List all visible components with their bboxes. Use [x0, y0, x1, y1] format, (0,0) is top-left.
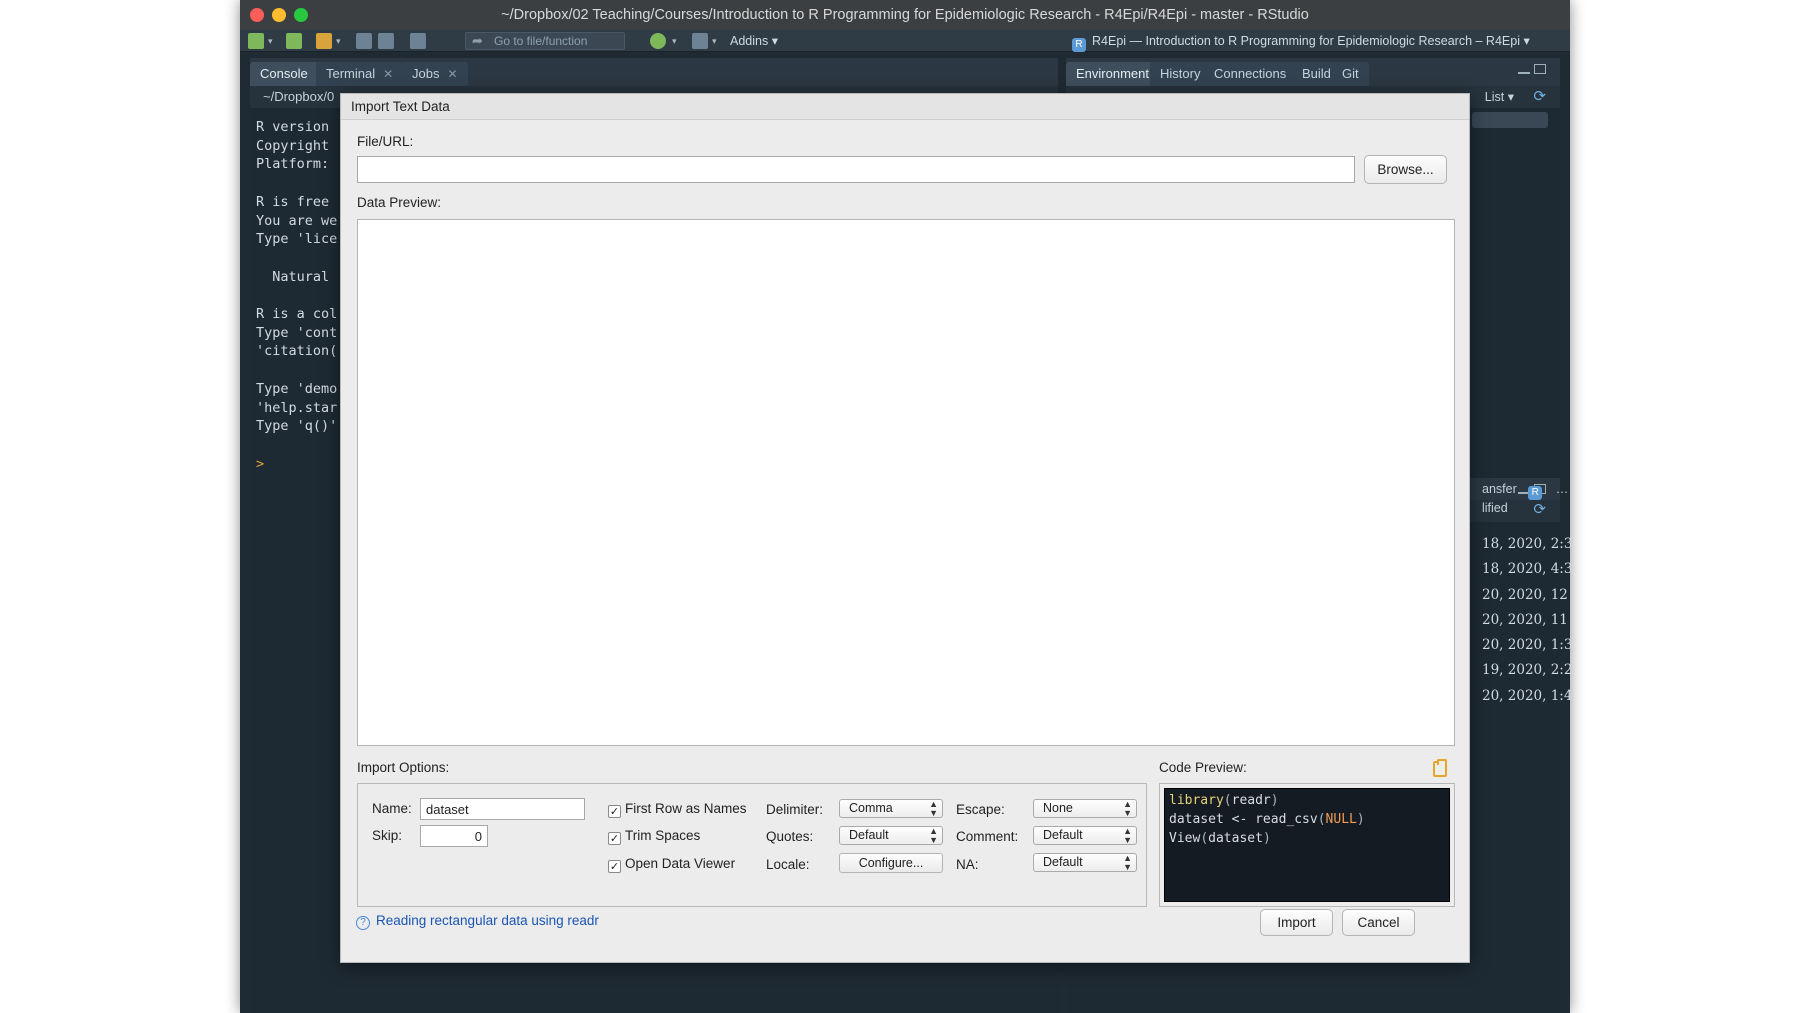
na-select[interactable]: Default ▲ ▼	[1033, 853, 1137, 872]
minimize-pane-icon[interactable]	[1518, 70, 1530, 74]
locale-label: Locale:	[766, 857, 810, 872]
list-view-dropdown[interactable]: List ▾	[1485, 89, 1514, 104]
skip-label: Skip:	[372, 828, 403, 843]
chevron-down-icon[interactable]: ▾	[712, 33, 717, 49]
delimiter-label: Delimiter:	[766, 802, 824, 817]
escape-label: Escape:	[956, 802, 1005, 817]
comment-select[interactable]: Default ▲ ▼	[1033, 826, 1137, 845]
open-data-viewer-checkbox[interactable]: ✓ Open Data Viewer	[608, 856, 735, 874]
maximize-pane-icon[interactable]	[1534, 64, 1546, 74]
console-prompt: >	[256, 455, 265, 472]
escape-select[interactable]: None ▲ ▼	[1033, 799, 1137, 818]
modified-column-header[interactable]: lified	[1482, 501, 1508, 515]
data-preview-label: Data Preview:	[357, 195, 442, 210]
open-file-icon[interactable]	[316, 33, 332, 49]
new-project-icon[interactable]	[286, 33, 302, 49]
chevron-down-icon[interactable]: ▾	[336, 33, 341, 49]
file-url-input[interactable]	[357, 156, 1355, 183]
save-all-icon[interactable]	[378, 33, 394, 49]
select-arrows-icon: ▲ ▼	[1123, 799, 1132, 818]
title-bar: ~/Dropbox/02 Teaching/Courses/Introducti…	[240, 0, 1570, 30]
configure-locale-button[interactable]: Configure...	[839, 853, 943, 873]
console-text: R version Copyright Platform: R is free …	[256, 119, 338, 435]
select-arrows-icon: ▲ ▼	[929, 826, 938, 845]
close-icon[interactable]: ✕	[383, 67, 393, 81]
environment-tabs: Environment History Connections Build Gi…	[1066, 58, 1560, 86]
tab-terminal[interactable]: Terminal ✕	[316, 62, 404, 86]
tab-connections[interactable]: Connections	[1204, 62, 1297, 86]
skip-input[interactable]	[420, 825, 488, 847]
r-project-icon: R	[1072, 38, 1086, 52]
main-toolbar: ▾ ▾ ➦ Go to file/function ▾ ▾ Addins ▾ R…	[240, 30, 1570, 52]
help-icon: ?	[356, 916, 370, 930]
code-preview-label: Code Preview:	[1159, 760, 1247, 775]
delimiter-select[interactable]: Comma ▲ ▼	[839, 799, 943, 818]
vcs-icon[interactable]	[650, 33, 666, 49]
check-icon: ✓	[608, 832, 621, 845]
check-icon: ✓	[608, 805, 621, 818]
dataset-name-input[interactable]	[420, 798, 585, 820]
file-modified-dates: 18, 2020, 2:3 18, 2020, 4:3 20, 2020, 12…	[1482, 536, 1573, 704]
minimize-window-button[interactable]	[272, 8, 286, 22]
file-url-label: File/URL:	[357, 134, 414, 149]
grid-layout-icon[interactable]	[692, 33, 708, 49]
maximize-window-button[interactable]	[294, 8, 308, 22]
dialog-title: Import Text Data	[341, 94, 1469, 120]
console-output[interactable]: R version Copyright Platform: R is free …	[256, 118, 337, 473]
browse-button[interactable]: Browse...	[1364, 155, 1447, 184]
close-icon[interactable]: ✕	[447, 67, 457, 81]
code-preview[interactable]: library(readr) dataset <- read_csv(NULL)…	[1164, 788, 1450, 902]
tab-jobs[interactable]: Jobs ✕	[402, 62, 468, 86]
na-label: NA:	[956, 857, 979, 872]
code-preview-panel: library(readr) dataset <- read_csv(NULL)…	[1159, 783, 1455, 907]
clipboard-icon[interactable]	[1433, 759, 1447, 777]
save-icon[interactable]	[356, 33, 372, 49]
name-label: Name:	[372, 801, 412, 816]
files-transfer[interactable]: ansfer R …	[1482, 482, 1568, 500]
chevron-down-icon[interactable]: ▾	[672, 33, 677, 49]
r-icon: R	[1528, 486, 1543, 500]
comment-label: Comment:	[956, 829, 1019, 844]
import-text-data-dialog: Import Text Data File/URL: Browse... Dat…	[340, 93, 1470, 963]
arrow-icon: ➦	[472, 33, 483, 48]
refresh-icon[interactable]: ⟳	[1533, 500, 1546, 518]
first-row-as-names-checkbox[interactable]: ✓ First Row as Names	[608, 801, 747, 819]
tab-history[interactable]: History	[1150, 62, 1211, 86]
select-arrows-icon: ▲ ▼	[1123, 853, 1132, 872]
tab-console[interactable]: Console	[250, 62, 318, 86]
refresh-icon[interactable]: ⟳	[1533, 87, 1546, 105]
cancel-button[interactable]: Cancel	[1342, 909, 1415, 936]
tab-environment[interactable]: Environment	[1066, 62, 1159, 86]
import-options-label: Import Options:	[357, 760, 450, 775]
print-icon[interactable]	[410, 33, 426, 49]
tab-git[interactable]: Git	[1332, 62, 1369, 86]
environment-search-input[interactable]	[1472, 112, 1548, 128]
select-arrows-icon: ▲ ▼	[929, 799, 938, 818]
more-icon[interactable]: …	[1556, 482, 1569, 496]
quotes-label: Quotes:	[766, 829, 814, 844]
new-file-icon[interactable]	[248, 33, 264, 49]
select-arrows-icon: ▲ ▼	[1123, 826, 1132, 845]
import-button[interactable]: Import	[1260, 909, 1333, 936]
import-options-panel: Name: Skip: ✓First Row as Names ✓Trim Sp…	[357, 783, 1147, 907]
data-preview-area[interactable]	[357, 219, 1455, 746]
readr-help-link[interactable]: ? Reading rectangular data using readr	[356, 913, 599, 930]
addins-menu[interactable]: Addins ▾	[730, 33, 778, 49]
console-tabs: Console Terminal ✕ Jobs ✕	[250, 58, 1058, 86]
window-title: ~/Dropbox/02 Teaching/Courses/Introducti…	[501, 7, 1309, 23]
project-menu[interactable]: R R4Epi — Introduction to R Programming f…	[1072, 33, 1530, 52]
trim-spaces-checkbox[interactable]: ✓ Trim Spaces	[608, 828, 700, 846]
chevron-down-icon[interactable]: ▾	[268, 33, 273, 49]
go-to-file-input[interactable]: ➦ Go to file/function	[465, 32, 625, 50]
quotes-select[interactable]: Default ▲ ▼	[839, 826, 943, 845]
close-window-button[interactable]	[250, 8, 264, 22]
check-icon: ✓	[608, 860, 621, 873]
